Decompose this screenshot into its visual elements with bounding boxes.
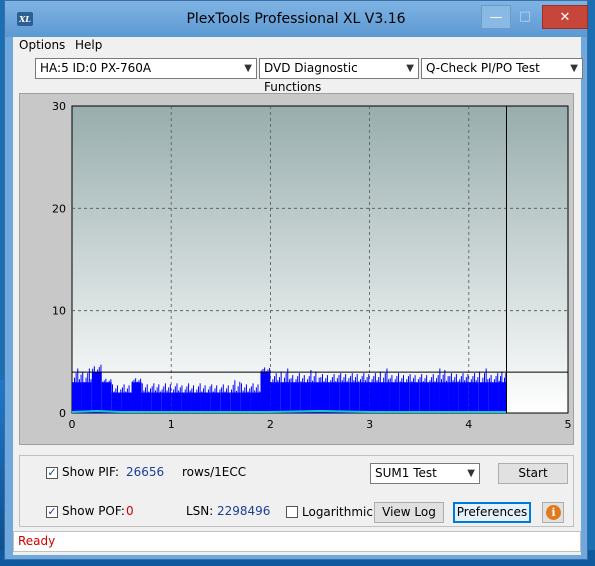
pif-bar bbox=[191, 392, 201, 413]
drive-select[interactable]: HA:5 ID:0 PX-760A ▼ bbox=[35, 58, 257, 79]
pif-bar bbox=[220, 392, 231, 413]
function-select[interactable]: DVD Diagnostic Functions ▼ bbox=[259, 58, 419, 94]
pif-bar bbox=[200, 392, 211, 413]
pif-bar bbox=[478, 382, 489, 413]
x-tick-label: 4 bbox=[465, 418, 472, 431]
rows-label: rows/1ECC bbox=[182, 465, 247, 479]
pif-bar bbox=[409, 382, 420, 413]
preferences-button[interactable]: Preferences bbox=[453, 502, 531, 523]
drive-select-value: HA:5 ID:0 PX-760A bbox=[40, 61, 152, 75]
pif-bar bbox=[210, 392, 221, 413]
show-pof-label: Show POF: bbox=[62, 504, 125, 518]
pi-po-chart: 0 1 2 3 4 5 0 10 20 30 bbox=[52, 100, 572, 431]
pif-bar bbox=[290, 382, 301, 413]
y-tick-label: 20 bbox=[52, 202, 66, 215]
test-select-value: Q-Check PI/PO Test bbox=[426, 61, 540, 75]
x-tick-label: 0 bbox=[69, 418, 76, 431]
pif-bar bbox=[498, 382, 507, 413]
pif-bar bbox=[131, 382, 142, 413]
test-select[interactable]: Q-Check PI/PO Test ▼ bbox=[421, 58, 583, 79]
pif-bar bbox=[389, 382, 400, 413]
pif-bar bbox=[369, 382, 380, 413]
logarithmic-checkbox[interactable] bbox=[286, 506, 298, 518]
info-icon: i bbox=[546, 505, 561, 520]
pif-bar bbox=[151, 392, 162, 413]
chevron-down-icon: ▼ bbox=[467, 468, 475, 479]
pif-bar bbox=[429, 382, 440, 413]
pif-bar bbox=[230, 392, 241, 413]
lsn-label: LSN: bbox=[186, 504, 214, 518]
chevron-down-icon: ▼ bbox=[570, 63, 578, 74]
pof-line bbox=[71, 409, 507, 413]
pif-bar bbox=[260, 372, 271, 413]
pif-bar bbox=[181, 392, 192, 413]
controls-panel: ✓ Show PIF: 26656 rows/1ECC SUM1 Test ▼ … bbox=[19, 455, 574, 527]
sum-test-select-value: SUM1 Test bbox=[375, 466, 437, 480]
pif-bar bbox=[270, 382, 281, 413]
info-button[interactable]: i bbox=[542, 502, 564, 523]
pif-bar bbox=[359, 382, 370, 413]
title-bar[interactable]: XL PlexTools Professional XL V3.16 — □ ✕ bbox=[5, 1, 588, 37]
pif-bar bbox=[171, 392, 182, 413]
x-tick-label: 2 bbox=[267, 418, 274, 431]
pif-bar bbox=[458, 382, 469, 413]
y-tick-label: 10 bbox=[52, 305, 66, 318]
function-select-value: DVD Diagnostic Functions bbox=[264, 61, 358, 94]
pif-bar bbox=[240, 392, 251, 413]
pif-bar bbox=[161, 392, 172, 413]
pif-bar bbox=[320, 382, 330, 413]
app-window: XL PlexTools Professional XL V3.16 — □ ✕… bbox=[4, 0, 588, 560]
pif-bar bbox=[379, 382, 390, 413]
pif-bar bbox=[419, 382, 430, 413]
pif-bar bbox=[250, 392, 261, 413]
pif-bar bbox=[310, 382, 320, 413]
chevron-down-icon: ▼ bbox=[406, 63, 414, 74]
pif-bar bbox=[448, 382, 459, 413]
menu-options[interactable]: Options bbox=[19, 38, 65, 52]
pif-bar bbox=[329, 382, 340, 413]
show-pof-checkbox[interactable]: ✓ bbox=[46, 506, 58, 518]
x-tick-label: 5 bbox=[565, 418, 572, 431]
x-tick-label: 3 bbox=[366, 418, 373, 431]
pif-bar bbox=[488, 382, 499, 413]
pof-value: 0 bbox=[126, 504, 134, 518]
sum-test-select[interactable]: SUM1 Test ▼ bbox=[370, 463, 480, 484]
chart-frame: 0 1 2 3 4 5 0 10 20 30 bbox=[19, 93, 574, 445]
pif-bar bbox=[339, 382, 350, 413]
view-log-button[interactable]: View Log bbox=[374, 502, 444, 523]
client-area: Options Help HA:5 ID:0 PX-760A ▼ DVD Dia… bbox=[13, 37, 583, 555]
y-tick-label: 0 bbox=[59, 407, 66, 420]
pif-bar bbox=[111, 392, 122, 413]
pif-bar bbox=[91, 372, 102, 413]
pif-bar bbox=[141, 392, 152, 413]
show-pif-checkbox[interactable]: ✓ bbox=[46, 467, 58, 479]
pif-bar bbox=[280, 382, 291, 413]
minimize-button[interactable]: — bbox=[481, 5, 511, 29]
pif-bar bbox=[72, 382, 82, 413]
plot-area bbox=[71, 105, 569, 414]
status-bar: Ready bbox=[13, 531, 581, 552]
close-button[interactable]: ✕ bbox=[542, 5, 588, 29]
pif-bar bbox=[439, 382, 449, 413]
y-tick-label: 30 bbox=[52, 100, 66, 113]
menu-bar: Options Help bbox=[13, 37, 581, 54]
pif-bar bbox=[468, 382, 479, 413]
menu-help[interactable]: Help bbox=[75, 38, 102, 52]
lsn-value: 2298496 bbox=[217, 504, 271, 518]
pif-bar bbox=[399, 382, 410, 413]
maximize-button[interactable]: □ bbox=[511, 5, 539, 27]
pif-value: 26656 bbox=[126, 465, 165, 479]
x-tick-label: 1 bbox=[168, 418, 175, 431]
pif-bar bbox=[121, 392, 132, 413]
pif-bar bbox=[81, 382, 92, 413]
start-button[interactable]: Start bbox=[498, 463, 568, 484]
pif-bar bbox=[300, 382, 311, 413]
show-pif-label: Show PIF: bbox=[62, 465, 119, 479]
chevron-down-icon: ▼ bbox=[244, 63, 252, 74]
pif-bar bbox=[349, 382, 360, 413]
logarithmic-label: Logarithmic bbox=[302, 505, 373, 519]
pif-bar bbox=[101, 382, 112, 413]
